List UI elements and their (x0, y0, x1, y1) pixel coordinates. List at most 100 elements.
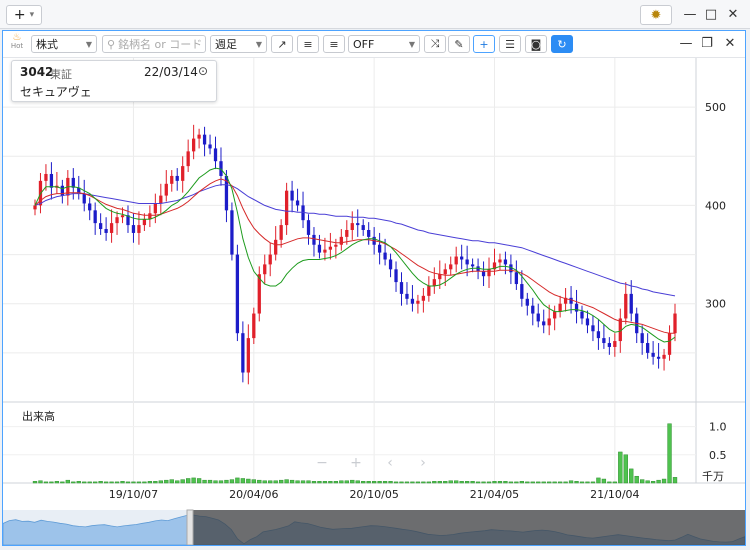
volume-bar (508, 481, 514, 484)
candle-body (350, 223, 354, 230)
volume-bar (640, 479, 645, 484)
volume-bar (191, 477, 196, 484)
chevron-right-icon: › (420, 455, 426, 471)
candle-body (377, 244, 382, 253)
plus-icon: + (350, 455, 362, 471)
volume-bar (87, 481, 92, 484)
volume-bar (547, 481, 552, 484)
volume-bar (361, 481, 366, 484)
volume-bar (563, 481, 568, 484)
candle-body (427, 286, 431, 296)
candle-body (345, 230, 349, 237)
volume-bar (459, 481, 464, 484)
volume-bar (125, 481, 131, 484)
candle-body (514, 272, 519, 285)
price-chart[interactable]: 500 400 300 19/10/07 20/04/06 20/10/05 21/04/0… (3, 31, 745, 545)
candle-body (460, 256, 464, 260)
volume-bar (65, 479, 70, 484)
volume-bar (103, 481, 109, 484)
scroll-left-button[interactable]: ‹ (380, 455, 400, 471)
volume-bar (43, 481, 49, 484)
candle-body (383, 252, 387, 260)
volume-bar (596, 477, 601, 484)
candle-body (449, 264, 453, 270)
chevron-down-icon: ▾ (29, 10, 35, 20)
volume-bar (497, 481, 503, 484)
price-tick-label: 300 (705, 298, 726, 311)
volume-bar (60, 481, 65, 484)
volume-bar (377, 481, 382, 484)
volume-bar (667, 423, 672, 484)
symbol-code: 3042 (20, 65, 54, 79)
volume-bar (147, 481, 153, 484)
volume-bar (536, 481, 541, 484)
volume-bar (202, 479, 207, 484)
candle-body (120, 215, 125, 218)
volume-bar (268, 480, 273, 484)
candle-body (673, 313, 677, 334)
candle-body (274, 239, 278, 255)
candle-body (328, 246, 333, 250)
candle-body (268, 254, 272, 265)
volume-bar (339, 480, 344, 484)
candle-body (432, 279, 436, 287)
candle-body (175, 175, 179, 181)
candle-body (241, 333, 245, 373)
scroll-right-button[interactable]: › (413, 455, 433, 471)
candle-body (252, 313, 256, 339)
volume-bar (634, 475, 639, 484)
volume-bar (136, 481, 142, 484)
volume-bar (213, 480, 218, 484)
volume-bar (98, 481, 103, 484)
volume-bar (317, 481, 322, 484)
window-close-button[interactable]: ✕ (723, 5, 743, 23)
volume-bar (207, 479, 213, 484)
volume-bar (32, 481, 38, 484)
candle-body (388, 259, 393, 270)
candle-body (503, 259, 508, 265)
collapse-toggle-icon[interactable]: ⊙ (198, 64, 208, 78)
candle-body (394, 269, 398, 283)
candle-body (131, 225, 136, 233)
volume-bar (492, 481, 497, 484)
volume-bar (464, 481, 470, 484)
volume-bar (552, 481, 557, 484)
volume-bar (257, 479, 262, 484)
volume-bar (486, 481, 492, 484)
candle-body (662, 354, 666, 359)
candle-body (553, 311, 557, 319)
window-maximize-button[interactable]: □ (701, 5, 721, 23)
zoom-in-button[interactable]: + (346, 455, 366, 471)
candle-body (585, 318, 590, 326)
candle-body (290, 190, 294, 201)
candle-body (159, 195, 163, 204)
volume-bar (120, 481, 125, 484)
volume-bar (235, 477, 240, 484)
candle-body (646, 343, 650, 353)
volume-bar (295, 480, 300, 484)
candle-body (202, 134, 207, 145)
window-minimize-button[interactable]: — (680, 5, 700, 23)
candle-body (542, 321, 546, 326)
candle-body (60, 185, 64, 196)
zoom-out-button[interactable]: − (312, 455, 332, 471)
candle-body (191, 138, 196, 152)
volume-bar (114, 481, 120, 484)
candle-body (230, 210, 234, 255)
candle-body (71, 177, 75, 188)
candle-body (142, 219, 147, 226)
candle-body (339, 236, 343, 245)
volume-bar (355, 480, 360, 484)
candle-body (651, 352, 655, 357)
time-tick-label: 19/10/07 (109, 488, 158, 501)
add-chart-button[interactable]: + ▾ (6, 5, 42, 25)
volume-bar (623, 454, 628, 484)
volume-bar (382, 481, 388, 484)
candle-body (361, 225, 365, 230)
volume-bar (49, 481, 54, 484)
volume-bar (229, 479, 235, 484)
volume-bar (278, 479, 284, 484)
candle-body (153, 203, 157, 214)
volume-bar (54, 481, 60, 484)
settings-button[interactable]: ✹ (640, 5, 672, 25)
